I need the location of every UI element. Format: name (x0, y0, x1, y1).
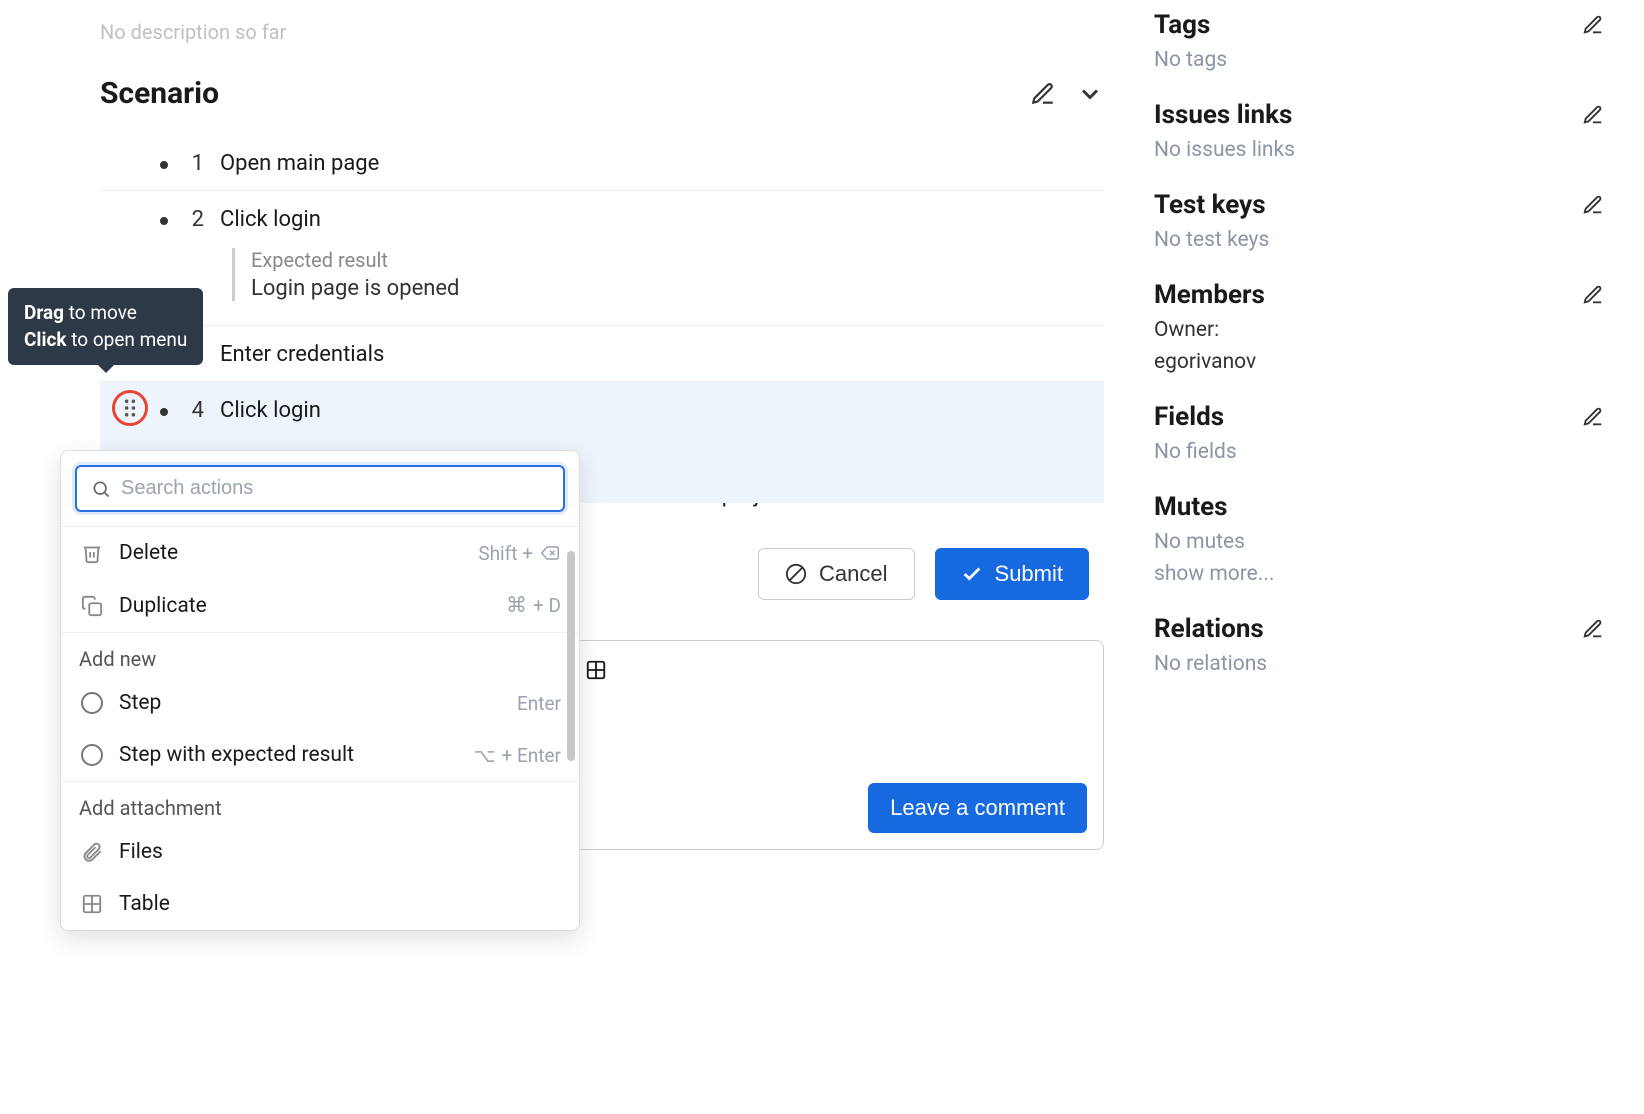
relations-title: Relations (1154, 614, 1264, 644)
keys-title: Test keys (1154, 190, 1266, 220)
duplicate-label: Duplicate (119, 594, 492, 618)
radio-icon (81, 744, 103, 766)
fields-value: No fields (1154, 440, 1604, 464)
expected-value: Login page is opened (251, 276, 1104, 301)
add-table-action[interactable]: Table (61, 878, 579, 930)
search-actions-input[interactable] (121, 477, 549, 500)
bullet-icon (160, 217, 168, 225)
radio-icon (81, 692, 103, 714)
drag-tooltip: Drag to move Click to open menu (8, 288, 203, 365)
step-number: 4 (184, 398, 204, 423)
fields-title: Fields (1154, 402, 1224, 432)
expected-label: Expected result (251, 248, 1104, 272)
scenario-title: Scenario (100, 76, 219, 111)
pencil-icon[interactable] (1582, 104, 1604, 126)
delete-label: Delete (119, 541, 464, 565)
pencil-icon[interactable] (1582, 618, 1604, 640)
search-icon (91, 479, 111, 499)
step-item[interactable]: 2 Click login Expected result Login page… (100, 190, 1104, 325)
cancel-button[interactable]: Cancel (758, 548, 914, 600)
table-icon[interactable] (583, 657, 609, 683)
submit-button[interactable]: Submit (935, 548, 1089, 600)
keys-value: No test keys (1154, 228, 1604, 252)
issues-title: Issues links (1154, 100, 1292, 130)
add-table-label: Table (119, 892, 561, 916)
leave-comment-button[interactable]: Leave a comment (868, 783, 1087, 833)
duplicate-action[interactable]: Duplicate ⌘ + D (61, 579, 579, 632)
copy-icon (79, 595, 105, 617)
comment-toolbar: ∞ (537, 657, 1087, 683)
add-attachment-title: Add attachment (61, 782, 579, 826)
show-more-link[interactable]: show more... (1154, 562, 1604, 586)
pencil-icon[interactable] (1582, 406, 1604, 428)
step-number: 2 (184, 207, 204, 232)
add-step-label: Step (119, 691, 503, 715)
duplicate-shortcut: ⌘ + D (506, 593, 561, 618)
pencil-icon[interactable] (1582, 14, 1604, 36)
add-step-action[interactable]: Step Enter (61, 677, 579, 729)
issues-value: No issues links (1154, 138, 1604, 162)
step-text: Click login (220, 398, 321, 423)
add-step-shortcut: Enter (517, 692, 561, 715)
comment-box[interactable]: ∞ em Leave a comment (520, 640, 1104, 850)
trash-icon (79, 542, 105, 564)
chevron-down-icon[interactable] (1076, 80, 1104, 108)
step-text: Click login (220, 207, 321, 232)
pencil-icon[interactable] (1582, 194, 1604, 216)
mutes-title: Mutes (1154, 492, 1228, 522)
step-text: Open main page (220, 151, 379, 176)
paperclip-icon (79, 841, 105, 863)
step-text: Enter credentials (220, 342, 384, 367)
add-step-er-label: Step with expected result (119, 743, 460, 767)
tags-title: Tags (1154, 10, 1210, 40)
members-title: Members (1154, 280, 1265, 310)
step-item[interactable]: 3 Enter credentials (100, 325, 1104, 381)
drag-handle-icon[interactable] (112, 390, 148, 426)
steps-list: 1 Open main page 2 Click login Expected … (100, 135, 1104, 503)
search-actions-input-wrap[interactable] (75, 465, 565, 512)
cancel-label: Cancel (819, 561, 887, 587)
popup-scrollbar[interactable] (567, 551, 575, 761)
description-text: No description so far (100, 20, 1104, 76)
add-step-expected-action[interactable]: Step with expected result ⌥ + Enter (61, 729, 579, 781)
add-files-label: Files (119, 840, 561, 864)
pencil-icon[interactable] (1582, 284, 1604, 306)
relations-value: No relations (1154, 652, 1604, 676)
step-item[interactable]: 1 Open main page (100, 135, 1104, 190)
mutes-value: No mutes (1154, 530, 1604, 554)
delete-shortcut: Shift + (478, 542, 561, 565)
bullet-icon (160, 161, 168, 169)
add-step-er-shortcut: ⌥ + Enter (474, 744, 561, 767)
add-files-action[interactable]: Files (61, 826, 579, 878)
add-new-title: Add new (61, 633, 579, 677)
owner-value: egorivanov (1154, 350, 1604, 374)
owner-label: Owner: (1154, 318, 1604, 342)
table-icon (79, 893, 105, 915)
pencil-icon[interactable] (1030, 81, 1056, 107)
tags-value: No tags (1154, 48, 1604, 72)
step-number: 1 (184, 151, 204, 176)
submit-label: Submit (995, 561, 1063, 587)
actions-popup: Delete Shift + Duplicate ⌘ + D Add new S… (60, 450, 580, 931)
delete-action[interactable]: Delete Shift + (61, 527, 579, 579)
bullet-icon (160, 408, 168, 416)
